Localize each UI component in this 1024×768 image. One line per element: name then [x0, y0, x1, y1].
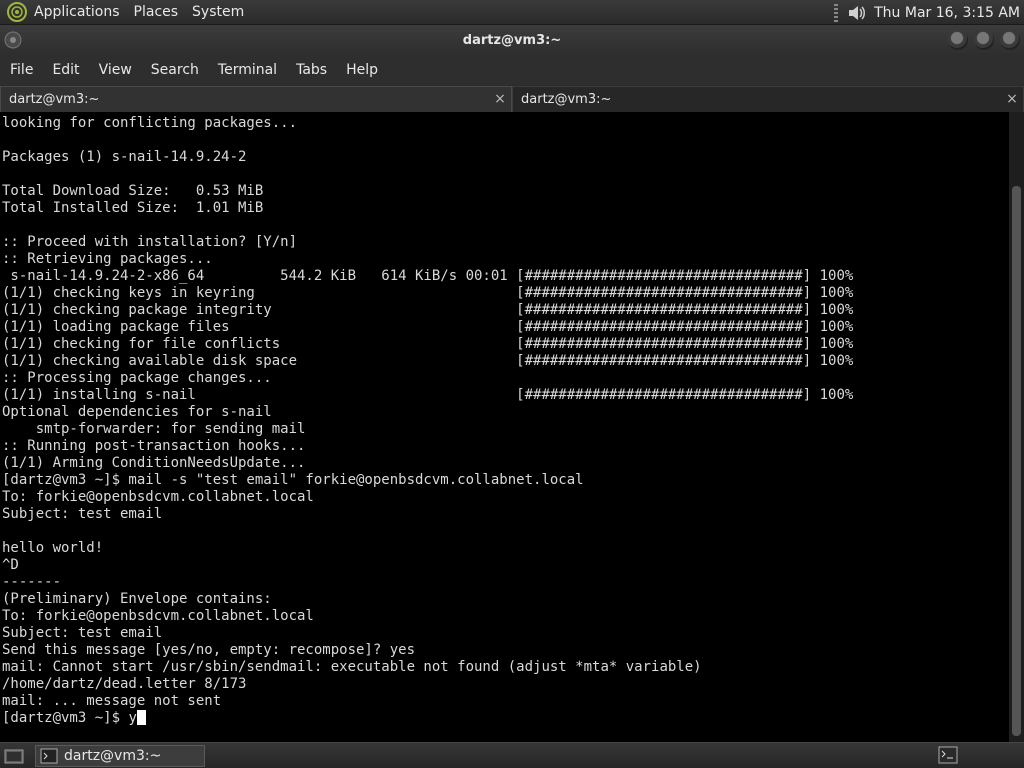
- bottom-panel: dartz@vm3:~: [0, 742, 1024, 768]
- terminal-app-icon: [40, 748, 58, 763]
- menu-help[interactable]: Help: [346, 62, 378, 78]
- terminal-line: Send this message [yes/no, empty: recomp…: [2, 642, 416, 658]
- terminal-line: mail: ... message not sent: [2, 693, 222, 709]
- terminal-input[interactable]: y: [128, 710, 136, 726]
- menu-view[interactable]: View: [99, 62, 132, 78]
- terminal-line: smtp-forwarder: for sending mail: [2, 421, 306, 437]
- tab-bar: dartz@vm3:~ × dartz@vm3:~ ×: [0, 86, 1024, 112]
- terminal-line: To: forkie@openbsdcvm.collabnet.local: [2, 489, 314, 505]
- close-tab-icon[interactable]: ×: [493, 92, 507, 106]
- terminal-scrollbar[interactable]: [1009, 112, 1024, 742]
- terminal-line: (1/1) checking package integrity [######…: [2, 302, 854, 318]
- terminal-lines: looking for conflicting packages... Packa…: [2, 115, 1009, 710]
- close-tab-icon[interactable]: ×: [1005, 92, 1019, 106]
- window-title: dartz@vm3:~: [462, 32, 562, 48]
- window-menu-icon[interactable]: [4, 31, 22, 49]
- terminal-line: (1/1) checking keys in keyring [########…: [2, 285, 854, 301]
- terminal-line: :: Retrieving packages...: [2, 251, 213, 267]
- terminal-line: /home/dartz/dead.letter 8/173: [2, 676, 247, 692]
- terminal-line: (1/1) Arming ConditionNeedsUpdate...: [2, 455, 306, 471]
- terminal-line: Subject: test email: [2, 625, 163, 641]
- system-menu[interactable]: System: [192, 4, 244, 20]
- terminal-line: ^D: [2, 557, 19, 573]
- terminal-line: :: Running post-transaction hooks...: [2, 438, 306, 454]
- terminal-line: mail: Cannot start /usr/sbin/sendmail: e…: [2, 659, 702, 675]
- terminal-line: (1/1) loading package files [###########…: [2, 319, 854, 335]
- terminal-line: Total Installed Size: 1.01 MiB: [2, 200, 264, 216]
- terminal-line: (Preliminary) Envelope contains:: [2, 591, 272, 607]
- menu-tabs[interactable]: Tabs: [296, 62, 327, 78]
- terminal-line: hello world!: [2, 540, 104, 556]
- menu-search[interactable]: Search: [151, 62, 199, 78]
- places-menu[interactable]: Places: [134, 4, 179, 20]
- maximize-button[interactable]: [974, 30, 994, 50]
- terminal-line: (1/1) checking for file conflicts [#####…: [2, 336, 854, 352]
- terminal-line: (1/1) installing s-nail [###############…: [2, 387, 854, 403]
- terminal-line: Subject: test email: [2, 506, 163, 522]
- terminal-line: Total Download Size: 0.53 MiB: [2, 183, 264, 199]
- menu-edit[interactable]: Edit: [52, 62, 79, 78]
- terminal-line: -------: [2, 574, 62, 590]
- workspace-switcher-icon[interactable]: [938, 746, 958, 764]
- volume-icon[interactable]: [846, 3, 866, 23]
- clock[interactable]: Thu Mar 16, 3:15 AM: [874, 5, 1020, 21]
- applications-menu[interactable]: Applications: [34, 4, 120, 20]
- terminal-line: s-nail-14.9.24-2-x86_64 544.2 KiB 614 Ki…: [2, 268, 854, 284]
- menu-terminal[interactable]: Terminal: [218, 62, 277, 78]
- terminal-line: (1/1) checking available disk space [###…: [2, 353, 854, 369]
- show-desktop-icon[interactable]: [3, 745, 25, 767]
- window-controls: [948, 30, 1020, 50]
- distro-logo-icon[interactable]: [6, 1, 28, 23]
- terminal-line: Packages (1) s-nail-14.9.24-2: [2, 149, 247, 165]
- tab-terminal-1[interactable]: dartz@vm3:~ ×: [0, 86, 512, 112]
- terminal-cursor: [136, 710, 146, 725]
- terminal-output[interactable]: looking for conflicting packages... Packa…: [0, 112, 1009, 742]
- terminal-line: :: Proceed with installation? [Y/n]: [2, 234, 298, 250]
- panel-tray: Thu Mar 16, 3:15 AM: [834, 0, 1024, 25]
- terminal-prompt-line: [dartz@vm3 ~]$ y: [2, 710, 1009, 727]
- close-window-button[interactable]: [1000, 30, 1020, 50]
- terminal-line: Optional dependencies for s-nail: [2, 404, 272, 420]
- terminal-line: :: Processing package changes...: [2, 370, 272, 386]
- menu-file[interactable]: File: [10, 62, 33, 78]
- terminal-line: [dartz@vm3 ~]$ mail -s "test email" fork…: [2, 472, 584, 488]
- minimize-button[interactable]: [948, 30, 968, 50]
- terminal-prompt: [dartz@vm3 ~]$: [2, 710, 129, 726]
- tab-label: dartz@vm3:~: [9, 92, 100, 107]
- panel-grip[interactable]: [834, 3, 839, 22]
- terminal-line: To: forkie@openbsdcvm.collabnet.local: [2, 608, 314, 624]
- taskbar-window-button[interactable]: dartz@vm3:~: [35, 744, 205, 767]
- tab-terminal-2[interactable]: dartz@vm3:~ ×: [512, 86, 1024, 112]
- terminal-line: looking for conflicting packages...: [2, 115, 298, 131]
- top-panel: Applications Places System Thu Mar 16, 3…: [0, 0, 1024, 25]
- taskbar-window-label: dartz@vm3:~: [64, 747, 162, 764]
- window-title-bar[interactable]: dartz@vm3:~: [0, 25, 1024, 55]
- menu-bar: File Edit View Search Terminal Tabs Help: [0, 55, 1024, 85]
- scrollbar-thumb[interactable]: [1012, 186, 1021, 736]
- tab-label: dartz@vm3:~: [521, 92, 612, 107]
